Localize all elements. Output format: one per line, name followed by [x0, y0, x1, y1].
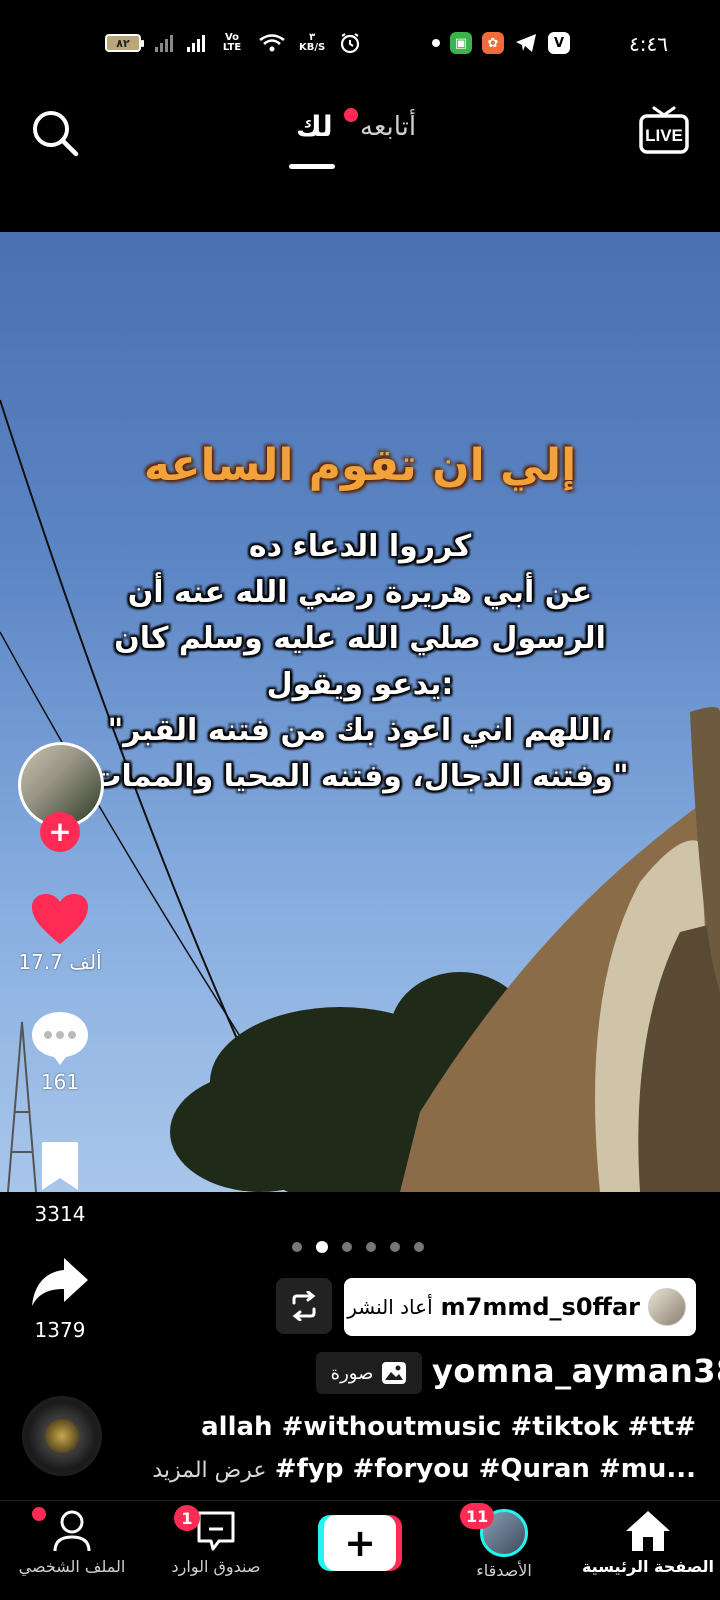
- follow-button[interactable]: +: [40, 812, 80, 852]
- nav-friends-label: الأصدقاء: [476, 1561, 532, 1580]
- repost-label: أعاد النشر: [347, 1295, 433, 1319]
- carousel-indicator: [292, 1241, 424, 1253]
- battery-level: ٨٢: [116, 36, 130, 50]
- volte-icon: Vo LTE: [222, 32, 242, 53]
- caption-tags: #fyp #foryou #Quran #mu...: [274, 1454, 696, 1484]
- verse-line: "اللهم اني اعوذ بك من فتنه القبر،: [107, 713, 613, 748]
- nav-profile[interactable]: الملف الشخصي: [0, 1507, 144, 1576]
- friends-badge: 11: [460, 1503, 495, 1529]
- repost-icon: [292, 1291, 316, 1321]
- like-action[interactable]: 17.7 ألف: [0, 892, 120, 974]
- heart-icon[interactable]: [30, 892, 90, 946]
- carousel-dot: [342, 1242, 352, 1252]
- battery-icon: ٨٢: [105, 34, 144, 52]
- repost-username: m7mmd_s0ffar: [440, 1293, 640, 1321]
- photo-label: صورة: [330, 1362, 374, 1384]
- save-count: 3314: [34, 1202, 86, 1226]
- wifi-icon: [259, 34, 285, 52]
- v-app-icon: V: [548, 32, 570, 54]
- alarm-icon: [341, 33, 360, 54]
- network-speed-unit: KB/S: [299, 42, 326, 53]
- music-disc[interactable]: [22, 1396, 102, 1476]
- signal-icon-2: [187, 34, 205, 52]
- carousel-dot: [414, 1242, 424, 1252]
- clock: ٤:٤٦: [629, 32, 668, 56]
- verse-line: يدعو ويقول:: [266, 667, 454, 702]
- overlay-verse: كرروا الدعاء ده عن أبي هريرة رضي الله عن…: [90, 524, 630, 800]
- top-nav: أتابعه لك LIVE: [0, 90, 720, 230]
- bottom-nav: الملف الشخصي صندوق الوارد 1 + الأصدقاء 1…: [0, 1500, 720, 1600]
- telegram-icon: [516, 34, 536, 52]
- post-username[interactable]: yomna_ayman38: [432, 1352, 720, 1390]
- notification-icons: ▣ ✿ V: [432, 32, 570, 54]
- carousel-dot: [292, 1242, 302, 1252]
- notification-dot: [432, 39, 440, 47]
- live-label: LIVE: [645, 126, 683, 145]
- reposted-by-chip[interactable]: أعاد النشر m7mmd_s0ffar: [344, 1278, 696, 1336]
- comment-icon[interactable]: [30, 1010, 90, 1066]
- carousel-dot: [366, 1242, 376, 1252]
- caption-line-1: allah #withoutmusic #tiktok #tt#: [201, 1412, 696, 1442]
- overlay-title: إلي ان تقوم الساعه: [143, 440, 577, 491]
- app-notification-icon: ▣: [450, 32, 472, 54]
- repost-button[interactable]: [276, 1278, 332, 1334]
- verse-line: وفتنه الدجال، وفتنه المحيا والممات": [91, 759, 629, 794]
- live-icon[interactable]: LIVE: [638, 104, 690, 156]
- active-tab-indicator: [289, 164, 335, 169]
- app-notification-icon: ✿: [482, 32, 504, 54]
- nav-inbox-label: صندوق الوارد: [171, 1557, 261, 1576]
- signal-icon-1: [155, 34, 173, 52]
- bookmark-icon[interactable]: [38, 1140, 82, 1192]
- see-more-link[interactable]: عرض المزيد: [152, 1458, 266, 1483]
- verse-line: كرروا الدعاء ده: [248, 529, 472, 564]
- plus-icon: +: [324, 1515, 396, 1571]
- carousel-dot: [390, 1242, 400, 1252]
- share-action[interactable]: 1379: [0, 1256, 120, 1342]
- nav-inbox[interactable]: صندوق الوارد 1: [144, 1505, 288, 1576]
- caption-line-2: عرض المزيد #fyp #foryou #Quran #mu...: [152, 1454, 696, 1484]
- network-speed: ٣ KB/S: [299, 33, 325, 53]
- following-new-dot: [344, 108, 358, 122]
- music-disc-cover: [45, 1419, 79, 1453]
- nav-friends[interactable]: الأصدقاء 11: [432, 1503, 576, 1580]
- carousel-dot-active: [316, 1241, 328, 1253]
- nav-home[interactable]: الصفحة الرئيسية: [576, 1509, 720, 1576]
- like-count: 17.7 ألف: [18, 950, 102, 974]
- home-icon: [626, 1511, 670, 1551]
- verse-line: عن أبي هريرة رضي الله عنه أن: [127, 575, 593, 610]
- status-icons: ٨٢ Vo LTE ٣ KB/S: [105, 32, 361, 54]
- create-button[interactable]: +: [318, 1515, 402, 1571]
- save-action[interactable]: 3314: [0, 1140, 120, 1226]
- image-icon: [382, 1362, 407, 1384]
- profile-icon: [53, 1510, 91, 1552]
- inbox-badge: 1: [174, 1505, 200, 1531]
- photo-post-chip: صورة: [316, 1352, 422, 1394]
- inbox-icon: [197, 1511, 235, 1551]
- tab-following[interactable]: أتابعه: [360, 112, 416, 142]
- status-bar: ٨٢ Vo LTE ٣ KB/S ▣ ✿ V ٤:٤٦: [0, 0, 720, 90]
- search-icon[interactable]: [30, 108, 80, 158]
- nav-profile-label: الملف الشخصي: [18, 1557, 126, 1576]
- repost-user-avatar: [648, 1288, 686, 1326]
- share-count: 1379: [34, 1318, 86, 1342]
- nav-home-label: الصفحة الرئيسية: [581, 1557, 715, 1576]
- tab-for-you[interactable]: لك: [296, 110, 333, 143]
- share-icon[interactable]: [30, 1256, 90, 1308]
- profile-notification-dot: [32, 1507, 46, 1521]
- comment-count: 161: [40, 1070, 80, 1094]
- comment-action[interactable]: 161: [0, 1010, 120, 1094]
- verse-line: الرسول صلي الله عليه وسلم كان: [114, 621, 606, 656]
